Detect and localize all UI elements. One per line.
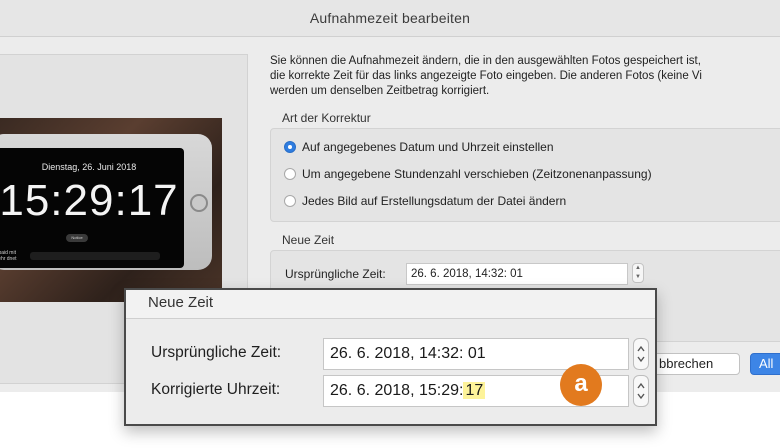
radio-label: Auf angegebenes Datum und Uhrzeit einste… — [302, 140, 554, 154]
original-time-field[interactable]: 26. 6. 2018, 14:32: 01 — [406, 263, 628, 285]
stepper-arrows-icon — [637, 345, 645, 363]
zoom-callout: Neue Zeit Ursprüngliche Zeit: 26. 6. 201… — [124, 288, 657, 426]
original-time-label-zoomed: Ursprüngliche Zeit: — [151, 344, 282, 361]
radio-file-creation-date[interactable]: Jedes Bild auf Erstellungsdatum der Date… — [284, 192, 566, 210]
clock-date: Dienstag, 26. Juni 2018 — [41, 162, 137, 172]
cancel-button[interactable]: bbrechen — [650, 353, 740, 375]
corrected-time-label: Korrigierte Uhrzeit: — [151, 381, 281, 398]
phone-home-button — [190, 194, 208, 212]
radio-shift-hours[interactable]: Um angegebene Stundenzahl verschieben (Z… — [284, 165, 652, 183]
new-time-label: Neue Zeit — [282, 233, 335, 247]
photo-preview: Dienstag, 26. Juni 2018 15:29:17 Notice … — [0, 118, 222, 302]
callout-title: Neue Zeit — [148, 294, 214, 311]
radio-selected-icon[interactable] — [284, 141, 296, 153]
clock-notification-bar — [30, 252, 160, 260]
radio-label: Jedes Bild auf Erstellungsdatum der Date… — [302, 194, 567, 208]
clock-time: 15:29:17 — [0, 176, 179, 225]
radio-icon[interactable] — [284, 168, 296, 180]
corrected-time-stepper[interactable] — [633, 375, 649, 407]
original-time-stepper-zoomed[interactable] — [633, 338, 649, 370]
intro-text: Sie können die Aufnahmezeit ändern, die … — [270, 54, 780, 99]
radio-set-date-time[interactable]: Auf angegebenes Datum und Uhrzeit einste… — [284, 138, 554, 156]
radio-icon[interactable] — [284, 195, 296, 207]
callout-marker-badge: a — [560, 364, 602, 406]
intro-line: werden um denselben Zeitbetrag korrigier… — [270, 85, 490, 97]
original-time-label: Ursprüngliche Zeit: — [285, 267, 386, 281]
original-time-stepper[interactable]: ▲ ▼ — [632, 263, 644, 283]
correction-type-label: Art der Korrektur — [282, 111, 371, 125]
clock-notice-pill: Notice — [66, 234, 88, 242]
phone-screen: Dienstag, 26. Juni 2018 15:29:17 Notice … — [0, 148, 184, 268]
intro-line: Sie können die Aufnahmezeit ändern, die … — [270, 55, 701, 67]
callout-header: Neue Zeit — [126, 290, 655, 319]
seconds-highlight: 17 — [463, 382, 486, 399]
title-bar: Aufnahmezeit bearbeiten — [0, 0, 780, 37]
clock-note: repaid mit mehr dnet — [0, 250, 17, 262]
adjust-all-button[interactable]: All — [750, 353, 780, 375]
stepper-arrows-icon — [637, 382, 645, 400]
intro-line: die korrekte Zeit für das links angezeig… — [270, 70, 702, 82]
window-title: Aufnahmezeit bearbeiten — [309, 10, 471, 26]
corrected-time-value: 26. 6. 2018, 15:29: — [330, 382, 464, 399]
radio-label: Um angegebene Stundenzahl verschieben (Z… — [302, 167, 652, 181]
